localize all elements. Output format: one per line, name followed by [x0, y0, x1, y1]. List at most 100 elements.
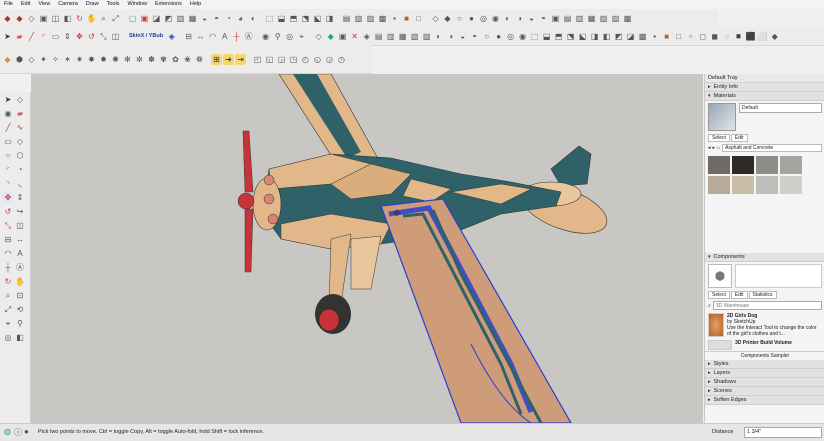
tool-icon-25[interactable]: ◧	[601, 31, 612, 42]
menu-view[interactable]: View	[34, 0, 54, 9]
shaded-icon[interactable]: ▪	[389, 13, 400, 24]
fx-icon-4[interactable]: ✷	[74, 54, 85, 65]
tool-icon-13[interactable]: ◒	[457, 31, 468, 42]
hidden-line-icon[interactable]: ▩	[377, 13, 388, 24]
xray-icon[interactable]: ▤	[341, 13, 352, 24]
menu-extensions[interactable]: Extensions	[151, 0, 186, 9]
cube-icon[interactable]: ⬢	[14, 54, 25, 65]
front-view-icon[interactable]: ⬒	[288, 13, 299, 24]
component-description-box[interactable]	[735, 264, 822, 288]
tool-icon-38[interactable]: ⬜	[757, 31, 768, 42]
plugin-icon-a[interactable]: ◇	[430, 13, 441, 24]
tool-icon-22[interactable]: ⬔	[565, 31, 576, 42]
group-icon[interactable]: ◇	[26, 54, 37, 65]
swatch-4[interactable]	[780, 156, 802, 174]
zoom-extents-icon[interactable]: ⤢	[110, 13, 121, 24]
polygon-tool-icon[interactable]: ⬡	[15, 150, 25, 160]
tool-icon-16[interactable]: ●	[493, 31, 504, 42]
push-pull-tool-icon[interactable]: ⇕	[15, 192, 25, 202]
menu-file[interactable]: File	[0, 0, 17, 9]
tool-icon-29[interactable]: ▪	[649, 31, 660, 42]
home-icon[interactable]: ⌂	[717, 145, 720, 151]
swatch-1[interactable]	[708, 156, 730, 174]
left-view-icon[interactable]: ◨	[324, 13, 335, 24]
forward-icon[interactable]: ▸	[713, 145, 716, 151]
walk-icon[interactable]: ⚲	[272, 31, 283, 42]
push-pull-icon[interactable]: ⇕	[62, 31, 73, 42]
select-icon[interactable]: ➤	[2, 31, 13, 42]
previous-view-icon[interactable]: ⟲	[15, 304, 25, 314]
tape-measure-icon[interactable]: ⊟	[183, 31, 194, 42]
eraser-icon[interactable]: ▰	[14, 31, 25, 42]
tool-icon-32[interactable]: ▫	[685, 31, 696, 42]
tool-icon-01[interactable]: ◇	[313, 31, 324, 42]
text-tool-icon[interactable]: A	[15, 248, 25, 258]
line-icon[interactable]: ╱	[26, 31, 37, 42]
position-camera-tool-icon[interactable]: ⌖	[3, 318, 13, 328]
entity-info-section[interactable]: ▸ Entity Info	[705, 83, 824, 92]
zoom-window-icon[interactable]: ⊡	[15, 290, 25, 300]
swatch-2[interactable]	[732, 156, 754, 174]
component-item-1[interactable]: 2D Girls Dog by SketchUp Use the Interac…	[705, 311, 824, 339]
arc-tool-icon[interactable]: ◜	[3, 164, 13, 174]
solid-subtract-icon[interactable]: ▣	[139, 13, 150, 24]
eraser-tool-icon[interactable]: ▰	[15, 108, 25, 118]
fx-icon-10[interactable]: ✽	[146, 54, 157, 65]
arrow-right-icon[interactable]: ➜	[223, 53, 234, 65]
back-icon[interactable]: ◂	[708, 145, 711, 151]
position-camera-icon[interactable]: ⌖	[296, 31, 307, 42]
plugin-icon-l[interactable]: ▤	[562, 13, 573, 24]
move-icon[interactable]: ✥	[74, 31, 85, 42]
plugin-icon-i[interactable]: ◒	[526, 13, 537, 24]
two-point-arc-icon[interactable]: ◟	[15, 178, 25, 188]
sandbox-scratch-icon[interactable]: ▦	[187, 13, 198, 24]
walk-tool-icon[interactable]: ⚲	[15, 318, 25, 328]
smoove-icon[interactable]: ◒	[199, 13, 210, 24]
plugin-icon-g[interactable]: ◐	[502, 13, 513, 24]
move-select-icon[interactable]: ⊞	[211, 53, 222, 65]
component-item-2[interactable]: 3D Printer Build Volume	[705, 339, 824, 351]
share-component-icon[interactable]: ◇	[26, 13, 37, 24]
tool-icon-24[interactable]: ◨	[589, 31, 600, 42]
comp-tab-edit[interactable]: Edit	[730, 291, 748, 299]
tool-icon-04[interactable]: ✕	[349, 31, 360, 42]
swatch-3[interactable]	[756, 156, 778, 174]
user-icon[interactable]: ●	[24, 427, 29, 436]
measurements-input[interactable]: 1 3/4"	[744, 427, 822, 438]
tool-icon-39[interactable]: ◆	[769, 31, 780, 42]
fx-icon-12[interactable]: ✿	[170, 54, 181, 65]
comp-tab-statistics[interactable]: Statistics	[748, 291, 777, 299]
tool-icon-26[interactable]: ◩	[613, 31, 624, 42]
fold-icon-3[interactable]: ◲	[276, 54, 287, 65]
top-view-icon[interactable]: ⬓	[276, 13, 287, 24]
circle-tool-icon[interactable]: ○	[3, 150, 13, 160]
component-icon[interactable]: ◆	[2, 54, 13, 65]
plugin-icon-m[interactable]: ▥	[574, 13, 585, 24]
rotate-icon[interactable]: ↺	[86, 31, 97, 42]
rotate-tool-icon[interactable]: ↺	[3, 206, 13, 216]
fold-icon-7[interactable]: ◶	[324, 54, 335, 65]
tool-icon-30[interactable]: ■	[661, 31, 672, 42]
warehouse-search-input[interactable]	[712, 301, 822, 310]
swatch-6[interactable]	[732, 176, 754, 194]
plugin-icon-n[interactable]: ▦	[586, 13, 597, 24]
solid-trim-icon[interactable]: ◪	[151, 13, 162, 24]
scale-tool-icon[interactable]: ⤡	[3, 220, 13, 230]
credits-icon[interactable]: ⓘ	[14, 427, 22, 438]
back-view-icon[interactable]: ⬕	[312, 13, 323, 24]
stamp-icon[interactable]: ◓	[211, 13, 222, 24]
drape-icon[interactable]: ◔	[223, 13, 234, 24]
tool-icon-12[interactable]: ◑	[445, 31, 456, 42]
plugin-icon-o[interactable]: ▧	[598, 13, 609, 24]
tab-select[interactable]: Select	[708, 134, 730, 142]
soften-edges-section[interactable]: ▸ Soften Edges	[705, 396, 824, 405]
wireframe-icon[interactable]: ▨	[365, 13, 376, 24]
section-fill-icon[interactable]: ◧	[62, 13, 73, 24]
fx-icon-13[interactable]: ❀	[182, 54, 193, 65]
rotated-rect-icon[interactable]: ◇	[15, 136, 25, 146]
fx-icon-14[interactable]: ❁	[194, 54, 205, 65]
tool-icon-31[interactable]: □	[673, 31, 684, 42]
line-tool-icon[interactable]: ╱	[3, 122, 13, 132]
plugin-icon-b[interactable]: ◆	[442, 13, 453, 24]
plugin-icon-p[interactable]: ▨	[610, 13, 621, 24]
